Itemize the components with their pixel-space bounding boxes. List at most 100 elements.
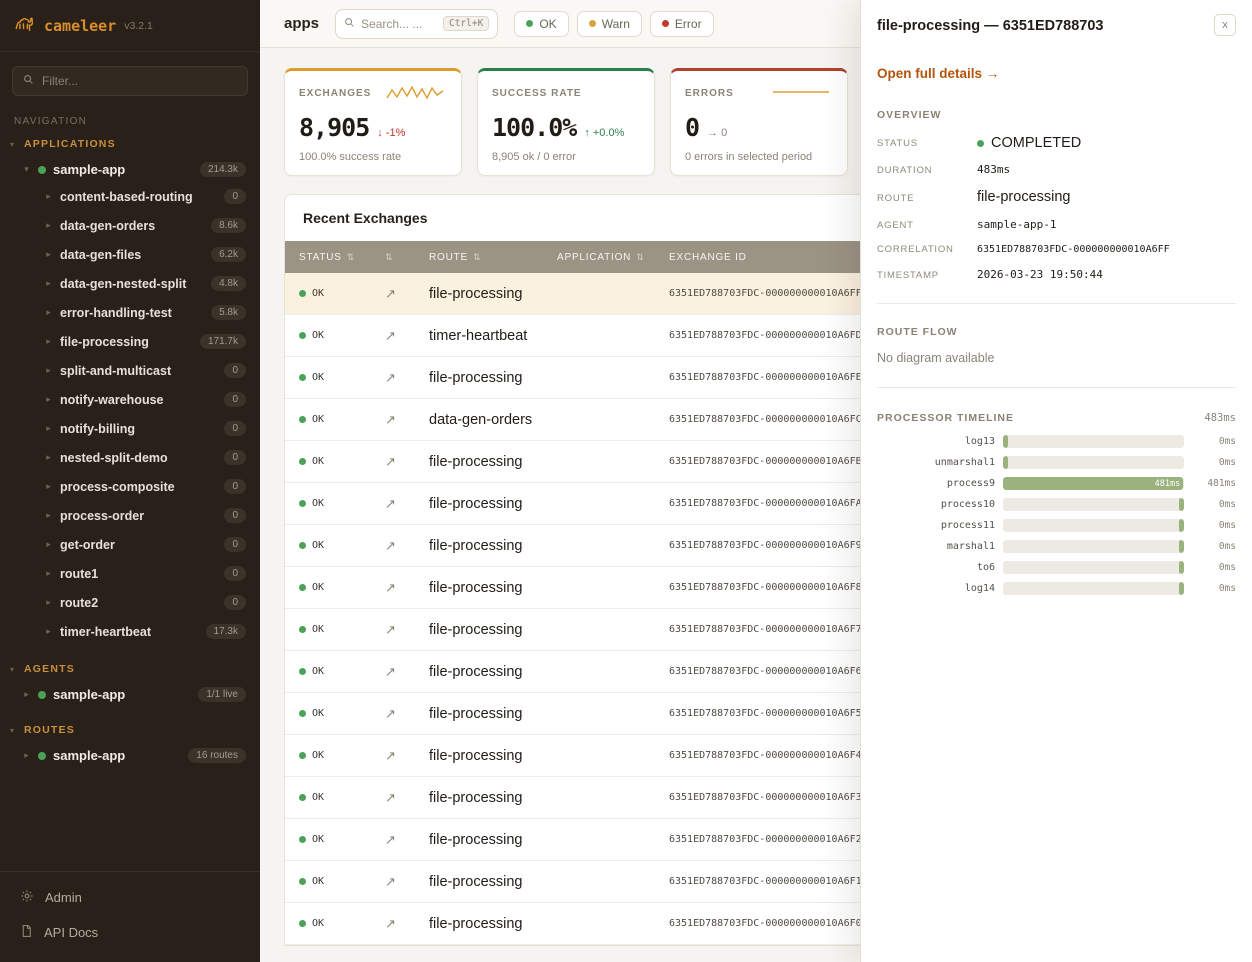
open-exchange-icon[interactable]: ↗ xyxy=(385,286,429,302)
status-label: OK xyxy=(312,456,324,467)
sort-icon: ⇅ xyxy=(636,252,644,263)
timeline-bar xyxy=(1179,561,1184,574)
no-diagram-note: No diagram available xyxy=(877,351,1236,365)
sidebar-item-process-order[interactable]: ▸process-order0 xyxy=(0,501,260,530)
sidebar-item-routes-sample-app[interactable]: ▸ sample-app 16 routes xyxy=(0,743,260,768)
timeline-bar xyxy=(1179,519,1184,532)
status-ok-dot xyxy=(299,836,306,843)
open-exchange-icon[interactable]: ↗ xyxy=(385,832,429,848)
sidebar-item-content-based-routing[interactable]: ▸content-based-routing0 xyxy=(0,182,260,211)
sidebar-item-file-processing[interactable]: ▸file-processing171.7k xyxy=(0,327,260,356)
sidebar-item-nested-split-demo[interactable]: ▸nested-split-demo0 xyxy=(0,443,260,472)
sidebar-item-route2[interactable]: ▸route20 xyxy=(0,588,260,617)
close-button[interactable]: x xyxy=(1214,14,1236,36)
sidebar-item-process-composite[interactable]: ▸process-composite0 xyxy=(0,472,260,501)
sidebar-item-data-gen-files[interactable]: ▸data-gen-files6.2k xyxy=(0,240,260,269)
column-header-actions[interactable]: ⇅ xyxy=(385,252,429,263)
status-ok-dot xyxy=(299,878,306,885)
sidebar-item-agents-sample-app[interactable]: ▸ sample-app 1/1 live xyxy=(0,682,260,707)
sidebar-item-label: file-processing xyxy=(60,335,193,349)
sidebar-filter[interactable] xyxy=(12,66,248,96)
timestamp-value: 2026-03-23 19:50:44 xyxy=(977,268,1103,281)
filter-input[interactable] xyxy=(42,74,237,88)
open-exchange-icon[interactable]: ↗ xyxy=(385,412,429,428)
chevron-right-icon: ▸ xyxy=(44,568,53,579)
status-ok-dot xyxy=(977,140,984,147)
open-exchange-icon[interactable]: ↗ xyxy=(385,370,429,386)
admin-link[interactable]: Admin xyxy=(0,880,260,915)
status-label: OK xyxy=(312,540,324,551)
chip-label: OK xyxy=(539,17,556,31)
chevron-down-icon: ▾ xyxy=(10,726,18,735)
sidebar-item-notify-billing[interactable]: ▸notify-billing0 xyxy=(0,414,260,443)
open-exchange-icon[interactable]: ↗ xyxy=(385,664,429,680)
sidebar-item-label: notify-billing xyxy=(60,422,217,436)
column-header-route[interactable]: ROUTE ⇅ xyxy=(429,252,557,263)
filter-chip-error[interactable]: Error xyxy=(650,11,714,37)
open-exchange-icon[interactable]: ↗ xyxy=(385,622,429,638)
sidebar-item-data-gen-nested-split[interactable]: ▸data-gen-nested-split4.8k xyxy=(0,269,260,298)
sidebar-item-error-handling-test[interactable]: ▸error-handling-test5.8k xyxy=(0,298,260,327)
route-name: file-processing xyxy=(429,454,557,470)
error-dot xyxy=(662,20,669,27)
api-docs-label: API Docs xyxy=(44,925,98,940)
sidebar-item-label: split-and-multicast xyxy=(60,364,217,378)
status-ok-dot xyxy=(299,668,306,675)
chevron-right-icon: ▸ xyxy=(44,539,53,550)
duration-value: 0ms xyxy=(1192,562,1236,573)
open-exchange-icon[interactable]: ↗ xyxy=(385,454,429,470)
open-exchange-icon[interactable]: ↗ xyxy=(385,580,429,596)
divider xyxy=(877,303,1236,304)
open-exchange-icon[interactable]: ↗ xyxy=(385,874,429,890)
sort-icon: ⇅ xyxy=(385,252,393,263)
chevron-down-icon: ▾ xyxy=(10,140,18,149)
search-input[interactable] xyxy=(361,17,437,31)
sidebar-item-data-gen-orders[interactable]: ▸data-gen-orders8.6k xyxy=(0,211,260,240)
sidebar-item-get-order[interactable]: ▸get-order0 xyxy=(0,530,260,559)
card-label: SUCCESS RATE xyxy=(492,88,582,99)
sidebar-item-split-and-multicast[interactable]: ▸split-and-multicast0 xyxy=(0,356,260,385)
status-cell: OK xyxy=(299,330,385,341)
live-badge: 1/1 live xyxy=(198,687,246,702)
column-header-application[interactable]: APPLICATION ⇅ xyxy=(557,252,669,263)
count-badge: 0 xyxy=(224,508,246,523)
sort-icon: ⇅ xyxy=(347,252,355,263)
agent-name: sample-app xyxy=(53,687,191,702)
sidebar-item-sample-app[interactable]: ▾ sample-app 214.3k xyxy=(0,157,260,182)
section-title: APPLICATIONS xyxy=(24,138,116,150)
filter-chip-ok[interactable]: OK xyxy=(514,11,568,37)
search-box[interactable]: Ctrl+K xyxy=(335,9,498,39)
column-header-status[interactable]: STATUS ⇅ xyxy=(299,252,385,263)
sidebar-section-applications[interactable]: ▾ APPLICATIONS xyxy=(0,131,260,157)
sidebar-section-agents[interactable]: ▾ AGENTS xyxy=(0,656,260,682)
open-exchange-icon[interactable]: ↗ xyxy=(385,496,429,512)
correlation-value: 6351ED788703FDC-000000000010A6FF xyxy=(977,244,1170,255)
open-full-details-link[interactable]: Open full details → xyxy=(877,66,999,81)
filter-chip-warn[interactable]: Warn xyxy=(577,11,642,37)
field-label: AGENT xyxy=(877,220,977,231)
sidebar-item-route1[interactable]: ▸route10 xyxy=(0,559,260,588)
api-docs-link[interactable]: API Docs xyxy=(0,915,260,950)
sidebar-footer: Admin API Docs xyxy=(0,871,260,962)
open-exchange-icon[interactable]: ↗ xyxy=(385,748,429,764)
timeline-track: 481ms xyxy=(1003,477,1184,490)
sidebar-item-label: route1 xyxy=(60,567,217,581)
field-label: STATUS xyxy=(877,138,977,149)
open-exchange-icon[interactable]: ↗ xyxy=(385,538,429,554)
sidebar-section-routes[interactable]: ▾ ROUTES xyxy=(0,717,260,743)
sidebar-item-timer-heartbeat[interactable]: ▸timer-heartbeat17.3k xyxy=(0,617,260,646)
open-exchange-icon[interactable]: ↗ xyxy=(385,916,429,932)
timeline-row: log140ms xyxy=(877,582,1236,595)
errors-sparkline-icon xyxy=(771,83,833,110)
status-ok-dot xyxy=(299,290,306,297)
open-exchange-icon[interactable]: ↗ xyxy=(385,328,429,344)
chevron-down-icon: ▾ xyxy=(10,665,18,674)
open-exchange-icon[interactable]: ↗ xyxy=(385,790,429,806)
keyboard-shortcut-badge: Ctrl+K xyxy=(443,16,489,31)
open-exchange-icon[interactable]: ↗ xyxy=(385,706,429,722)
status-label: OK xyxy=(312,372,324,383)
duration-value: 0ms xyxy=(1192,436,1236,447)
overview-heading: OVERVIEW xyxy=(877,109,1236,121)
sidebar-item-notify-warehouse[interactable]: ▸notify-warehouse0 xyxy=(0,385,260,414)
status-label: OK xyxy=(312,918,324,929)
